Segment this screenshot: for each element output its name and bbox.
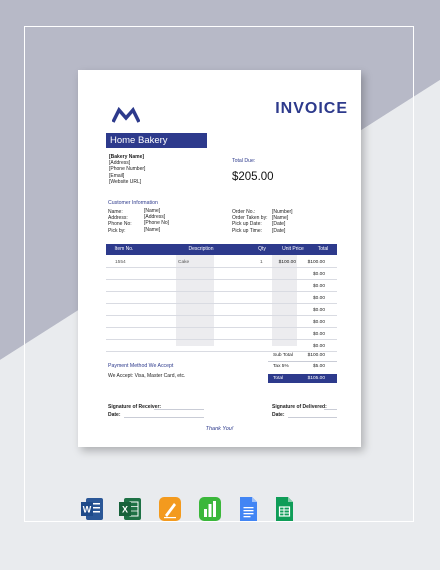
row-total: $0.00 bbox=[312, 332, 325, 337]
row-divider bbox=[106, 303, 337, 304]
order-values: [Number] [Name] [Date] [Date] bbox=[272, 209, 293, 234]
description-column-shade bbox=[176, 255, 214, 346]
excel-icon[interactable]: X bbox=[118, 496, 142, 522]
google-docs-icon[interactable] bbox=[236, 496, 260, 522]
items-table-header: Item No. Description Qty Unit Price Tota… bbox=[106, 244, 337, 255]
unit-price-column-shade bbox=[272, 255, 297, 346]
customer-field-value: [Phone No] bbox=[144, 220, 170, 227]
header-total: Total bbox=[317, 246, 329, 252]
company-website: [Website URL] bbox=[109, 178, 142, 185]
row-description: Cake bbox=[178, 260, 190, 265]
row-qty: 1 bbox=[260, 260, 263, 265]
row-total: $0.00 bbox=[312, 296, 325, 301]
total-due-amount: $205.00 bbox=[232, 171, 274, 183]
row-divider bbox=[106, 339, 337, 340]
signature-delivered-line bbox=[324, 409, 337, 410]
row-total: $0.00 bbox=[312, 320, 325, 325]
header-description: Description bbox=[188, 246, 214, 252]
delivered-date-label: Date: bbox=[272, 412, 285, 418]
company-phone: [Phone Number] bbox=[109, 166, 146, 173]
order-field-label: Pick up Time: bbox=[232, 227, 263, 234]
payment-methods-text: We Accept: Visa, Master Card, etc. bbox=[108, 373, 186, 379]
row-divider bbox=[106, 267, 337, 268]
row-divider bbox=[106, 279, 337, 280]
svg-text:W: W bbox=[83, 505, 92, 515]
subtotal-label: Sub Total bbox=[273, 353, 293, 358]
customer-labels: Name: Address: Phone No: Pick by: bbox=[108, 209, 132, 234]
row-divider bbox=[106, 327, 337, 328]
receiver-date-label: Date: bbox=[108, 412, 121, 418]
word-icon[interactable]: W bbox=[80, 496, 104, 522]
row-total: $0.00 bbox=[312, 284, 325, 289]
pages-icon[interactable] bbox=[158, 496, 182, 522]
payment-section-title: Payment Method We Accept bbox=[108, 363, 174, 369]
total-value: $105.00 bbox=[307, 376, 325, 381]
row-total: $0.00 bbox=[312, 344, 325, 349]
row-total: $100.00 bbox=[307, 260, 325, 265]
row-total: $0.00 bbox=[312, 308, 325, 313]
customer-field-value: [Name] bbox=[144, 226, 161, 233]
customer-field-label: Phone No: bbox=[108, 221, 132, 228]
customer-section-title: Customer Information bbox=[108, 200, 158, 206]
row-unit-price: $100.00 bbox=[278, 260, 296, 265]
thank-you-note: Thank You! bbox=[205, 426, 234, 432]
header-item-no: Item No. bbox=[114, 246, 134, 252]
google-sheets-icon[interactable] bbox=[272, 496, 296, 522]
row-divider bbox=[106, 291, 337, 292]
svg-text:X: X bbox=[122, 505, 128, 515]
row-item-no: 1554 bbox=[115, 260, 126, 265]
tax-value: $5.00 bbox=[312, 364, 325, 369]
delivered-date-line bbox=[288, 417, 337, 418]
signature-delivered-label: Signature of Delivered: bbox=[272, 404, 327, 410]
total-label: Total bbox=[273, 376, 284, 381]
invoice-page: INVOICE Home Bakery [Bakery Name] [Addre… bbox=[78, 70, 361, 447]
row-divider bbox=[106, 351, 337, 352]
customer-values: [Name] [Address] [Phone No] [Name] bbox=[144, 208, 169, 233]
app-format-icons: W X bbox=[0, 496, 440, 526]
signature-receiver-line bbox=[154, 409, 204, 410]
numbers-icon[interactable] bbox=[198, 496, 222, 522]
customer-field-label: Pick by: bbox=[108, 227, 126, 234]
receiver-date-line bbox=[124, 417, 204, 418]
order-labels: Order No.: Order Taken by: Pick up Date:… bbox=[232, 209, 267, 234]
summary-divider bbox=[268, 361, 337, 362]
total-due-label: Total Due: bbox=[232, 158, 256, 164]
subtotal-value: $100.00 bbox=[307, 353, 325, 358]
company-details: [Bakery Name] [Address] [Phone Number] [… bbox=[109, 154, 145, 185]
invoice-title: INVOICE bbox=[275, 100, 348, 117]
row-total: $0.00 bbox=[312, 272, 325, 277]
row-divider bbox=[106, 315, 337, 316]
tax-label: Tax 5% bbox=[273, 364, 289, 369]
company-name-banner: Home Bakery bbox=[106, 133, 207, 148]
header-unit-price: Unit Price bbox=[282, 246, 304, 252]
order-field-value: [Date] bbox=[272, 227, 286, 234]
grand-total-bar: Total $105.00 bbox=[268, 374, 337, 383]
header-qty: Qty bbox=[258, 246, 266, 252]
company-logo-icon bbox=[112, 107, 140, 123]
